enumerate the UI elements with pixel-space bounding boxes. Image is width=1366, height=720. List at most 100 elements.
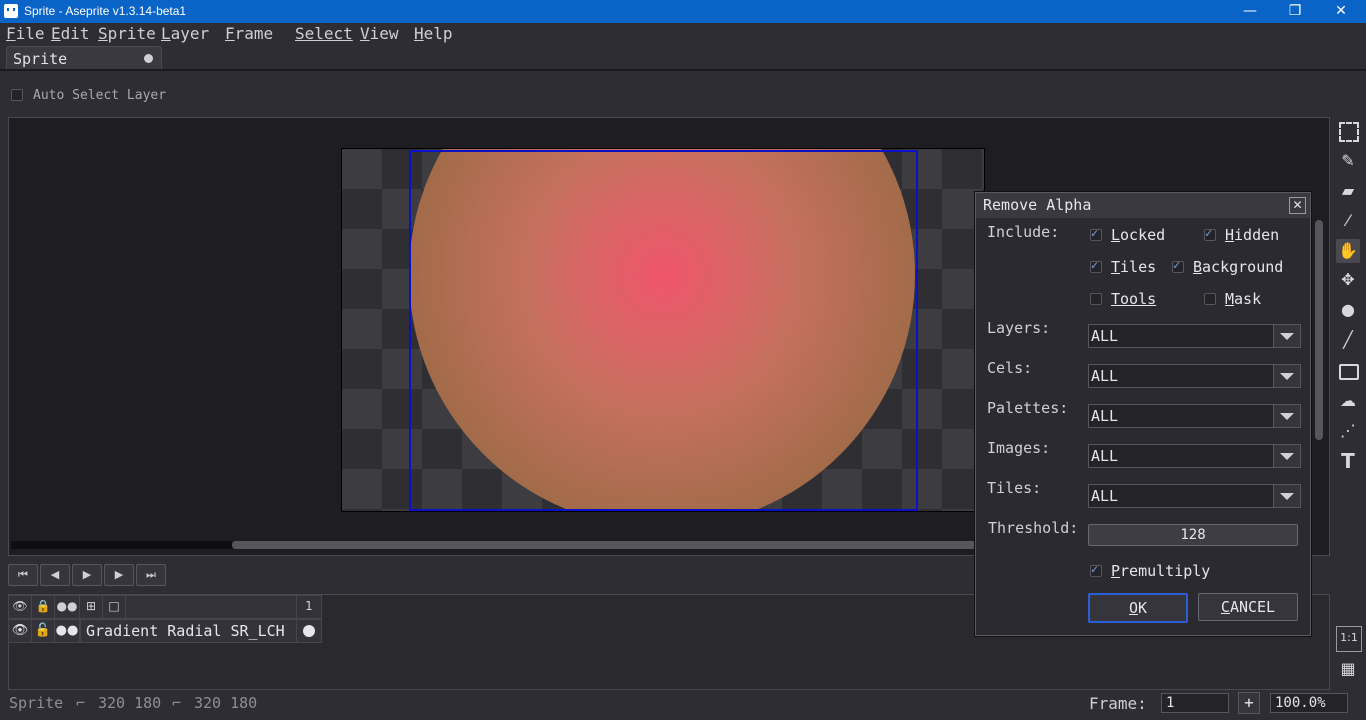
auto-select-layer-label: Auto Select Layer <box>33 88 167 103</box>
dialog-close-icon[interactable]: ✕ <box>1289 197 1306 214</box>
first-frame-button[interactable]: ⏮ <box>8 564 38 586</box>
chevron-down-icon[interactable] <box>1273 444 1301 468</box>
layer-lock-icon[interactable]: 🔓 <box>31 619 55 643</box>
layer-continuous-icon[interactable]: ●● <box>54 619 80 643</box>
previous-frame-button[interactable]: ◀ <box>40 564 70 586</box>
window-title: Sprite - Aseprite v1.3.14-beta1 <box>24 4 187 18</box>
mask-checkbox[interactable] <box>1204 293 1216 305</box>
frame-header-1[interactable]: 1 <box>296 595 322 619</box>
close-window-button[interactable]: ✕ <box>1318 0 1364 23</box>
film-strip-icon[interactable]: ▦ <box>1336 657 1360 681</box>
mask-label[interactable]: Mask <box>1225 290 1261 308</box>
chevron-down-icon[interactable] <box>1273 404 1301 428</box>
menu-bar: File Edit Sprite Layer Frame Select View… <box>0 23 1366 45</box>
visibility-header-icon[interactable]: 👁 <box>8 595 32 619</box>
auto-select-layer-checkbox[interactable] <box>11 89 23 101</box>
menu-frame[interactable]: Frame <box>225 24 273 43</box>
title-bar: Sprite - Aseprite v1.3.14-beta1 — ❐ ✕ <box>0 0 1366 23</box>
tab-divider <box>0 69 1366 71</box>
pencil-icon[interactable]: ✎ <box>1336 149 1360 173</box>
eraser-icon[interactable]: ▰ <box>1336 179 1360 203</box>
layer-group-header-icon[interactable]: ⊞ <box>79 595 103 619</box>
menu-select[interactable]: Select <box>295 24 353 43</box>
menu-help[interactable]: Help <box>414 24 453 43</box>
eyedropper-icon[interactable]: ⁄ <box>1336 209 1360 233</box>
frame-input[interactable]: 1 <box>1161 693 1229 713</box>
premultiply-label[interactable]: Premultiply <box>1111 562 1210 580</box>
maximize-button[interactable]: ❐ <box>1272 0 1318 23</box>
chevron-down-icon[interactable] <box>1273 484 1301 508</box>
cel-frame-1[interactable] <box>296 619 322 643</box>
tiles-dropdown-label: Tiles: <box>987 479 1042 497</box>
text-icon[interactable]: T <box>1336 449 1360 473</box>
rectangular-marquee-icon[interactable] <box>1336 119 1360 143</box>
tiles-value: ALL <box>1091 487 1119 505</box>
layers-value: ALL <box>1091 327 1119 345</box>
vertical-scrollbar[interactable] <box>1315 220 1323 440</box>
continuous-header-icon[interactable]: ●● <box>54 595 80 619</box>
hidden-label[interactable]: Hidden <box>1225 226 1279 244</box>
spray-icon[interactable]: ⋰ <box>1336 419 1360 443</box>
images-label: Images: <box>987 439 1051 457</box>
move-icon[interactable]: ✥ <box>1336 268 1360 292</box>
next-frame-button[interactable]: ▶ <box>104 564 134 586</box>
line-icon[interactable]: ╱ <box>1336 328 1360 352</box>
palettes-dropdown[interactable]: ALL <box>1088 404 1301 428</box>
menu-file[interactable]: File <box>6 24 45 43</box>
play-button[interactable]: ▶ <box>72 564 102 586</box>
tiles-checkbox[interactable] <box>1090 258 1102 273</box>
chevron-down-icon[interactable] <box>1273 364 1301 388</box>
locked-checkbox[interactable] <box>1090 226 1102 241</box>
premultiply-checkbox[interactable] <box>1090 562 1102 577</box>
frame-label: Frame: <box>1089 694 1147 713</box>
ok-button[interactable]: OK <box>1088 593 1188 623</box>
background-label[interactable]: Background <box>1193 258 1283 276</box>
tab-sprite[interactable]: Sprite <box>6 46 162 71</box>
layers-dropdown[interactable]: ALL <box>1088 324 1301 348</box>
tiles-label[interactable]: Tiles <box>1111 258 1156 276</box>
locked-label[interactable]: Locked <box>1111 226 1165 244</box>
selection-size-icon: ⌐ <box>172 694 182 712</box>
zoom-input[interactable]: 100.0% <box>1270 693 1348 713</box>
cels-label: Cels: <box>987 359 1033 377</box>
menu-layer[interactable]: Layer <box>161 24 209 43</box>
onion-skin-header-icon[interactable]: □ <box>102 595 126 619</box>
blur-icon[interactable]: ☁ <box>1336 389 1360 413</box>
background-checkbox[interactable] <box>1172 258 1184 273</box>
paint-bucket-icon[interactable]: ● <box>1336 298 1360 322</box>
aseprite-app-icon <box>4 4 18 18</box>
minimize-button[interactable]: — <box>1227 0 1273 23</box>
dialog-title-bar[interactable]: Remove Alpha ✕ <box>976 193 1310 218</box>
menu-edit[interactable]: Edit <box>51 24 90 43</box>
layers-header <box>125 595 297 619</box>
menu-view[interactable]: View <box>360 24 399 43</box>
hand-icon[interactable]: ✋ <box>1336 239 1360 263</box>
layer-name[interactable]: Gradient Radial SR_LCH <box>80 619 301 643</box>
cancel-button[interactable]: CANCEL <box>1198 593 1298 621</box>
threshold-slider[interactable]: 128 <box>1088 524 1298 546</box>
images-dropdown[interactable]: ALL <box>1088 444 1301 468</box>
horizontal-scroll-track[interactable] <box>11 541 232 549</box>
rectangle-icon[interactable] <box>1336 359 1360 383</box>
modified-dot-icon <box>144 54 153 63</box>
horizontal-scrollbar[interactable] <box>232 541 976 549</box>
cels-dropdown[interactable]: ALL <box>1088 364 1301 388</box>
canvas-size-value: 320 180 <box>98 694 162 712</box>
tools-label[interactable]: Tools <box>1111 290 1156 308</box>
last-frame-button[interactable]: ⏭ <box>136 564 166 586</box>
tools-checkbox[interactable] <box>1090 293 1102 305</box>
selection-outline <box>409 150 918 511</box>
threshold-label: Threshold: <box>988 519 1079 537</box>
chevron-down-icon[interactable] <box>1273 324 1301 348</box>
add-frame-button[interactable]: + <box>1238 692 1260 714</box>
zoom-1-1-button[interactable]: 1:1 <box>1336 626 1362 652</box>
layer-visibility-icon[interactable]: 👁 <box>8 619 32 643</box>
include-label: Include: <box>987 223 1060 241</box>
dialog-title: Remove Alpha <box>983 196 1092 214</box>
hidden-checkbox[interactable] <box>1204 226 1216 241</box>
tiles-dropdown[interactable]: ALL <box>1088 484 1301 508</box>
lock-header-icon[interactable]: 🔒 <box>31 595 55 619</box>
images-value: ALL <box>1091 447 1119 465</box>
menu-sprite[interactable]: Sprite <box>98 24 156 43</box>
palettes-value: ALL <box>1091 407 1119 425</box>
